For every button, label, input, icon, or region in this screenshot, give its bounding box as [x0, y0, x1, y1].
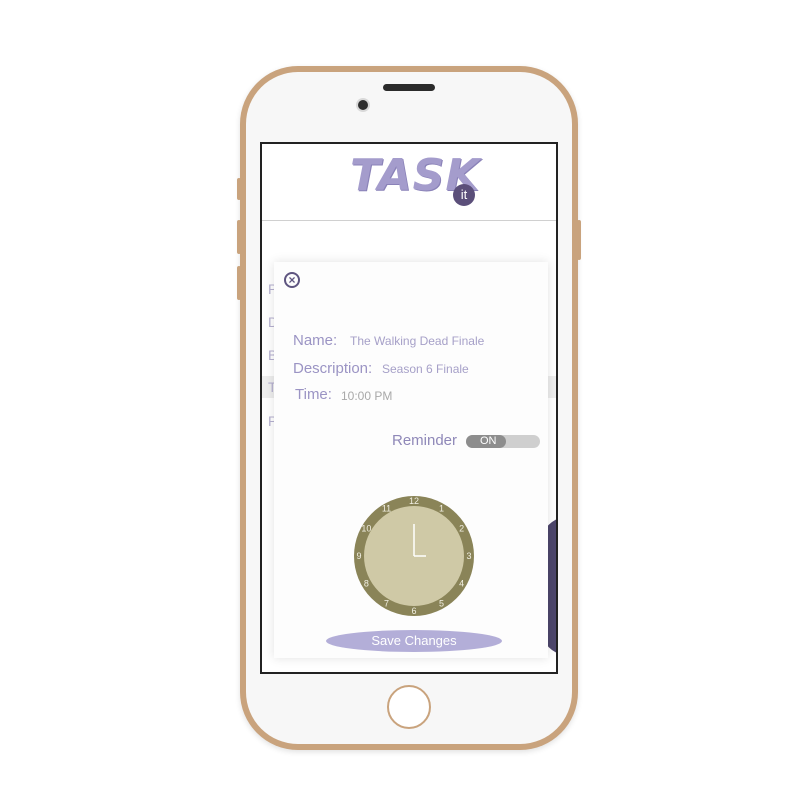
volume-up-button [237, 220, 241, 254]
name-label: Name: [293, 332, 338, 349]
name-field[interactable]: The Walking Dead Finale [350, 334, 484, 348]
power-button [577, 220, 581, 260]
clock-number[interactable]: 10 [361, 524, 371, 534]
logo-badge: it [453, 184, 475, 206]
time-field[interactable]: 10:00 PM [341, 389, 392, 403]
clock-number[interactable]: 3 [466, 551, 471, 561]
close-icon[interactable]: × [284, 272, 300, 288]
clock-number[interactable]: 9 [356, 551, 361, 561]
edit-task-modal: × Name: The Walking Dead Finale Descript… [274, 262, 548, 658]
clock-number[interactable]: 11 [382, 503, 391, 513]
reminder-label: Reminder [392, 432, 458, 449]
clock-picker[interactable]: 121234567891011 [354, 496, 474, 616]
description-field[interactable]: Season 6 Finale [382, 362, 469, 376]
home-button[interactable] [387, 685, 431, 729]
app-logo: TASK it [350, 150, 480, 210]
clock-number[interactable]: 7 [384, 599, 389, 609]
front-camera [358, 100, 368, 110]
earpiece-speaker [383, 84, 435, 91]
app-header: TASK it [262, 144, 556, 221]
toggle-on-state: ON [466, 435, 506, 448]
mute-switch [237, 178, 241, 200]
save-changes-button[interactable]: Save Changes [326, 630, 502, 652]
clock-number[interactable]: 2 [459, 524, 464, 534]
clock-number[interactable]: 8 [364, 579, 369, 589]
time-label: Time: [295, 386, 332, 403]
clock-number[interactable]: 12 [409, 496, 419, 506]
clock-number[interactable]: 5 [439, 599, 444, 609]
description-label: Description: [293, 360, 373, 377]
volume-down-button [237, 266, 241, 300]
clock-number[interactable]: 6 [411, 606, 416, 616]
clock-number[interactable]: 4 [459, 579, 464, 589]
reminder-toggle[interactable]: ON [466, 435, 540, 448]
clock-number[interactable]: 1 [439, 503, 444, 513]
